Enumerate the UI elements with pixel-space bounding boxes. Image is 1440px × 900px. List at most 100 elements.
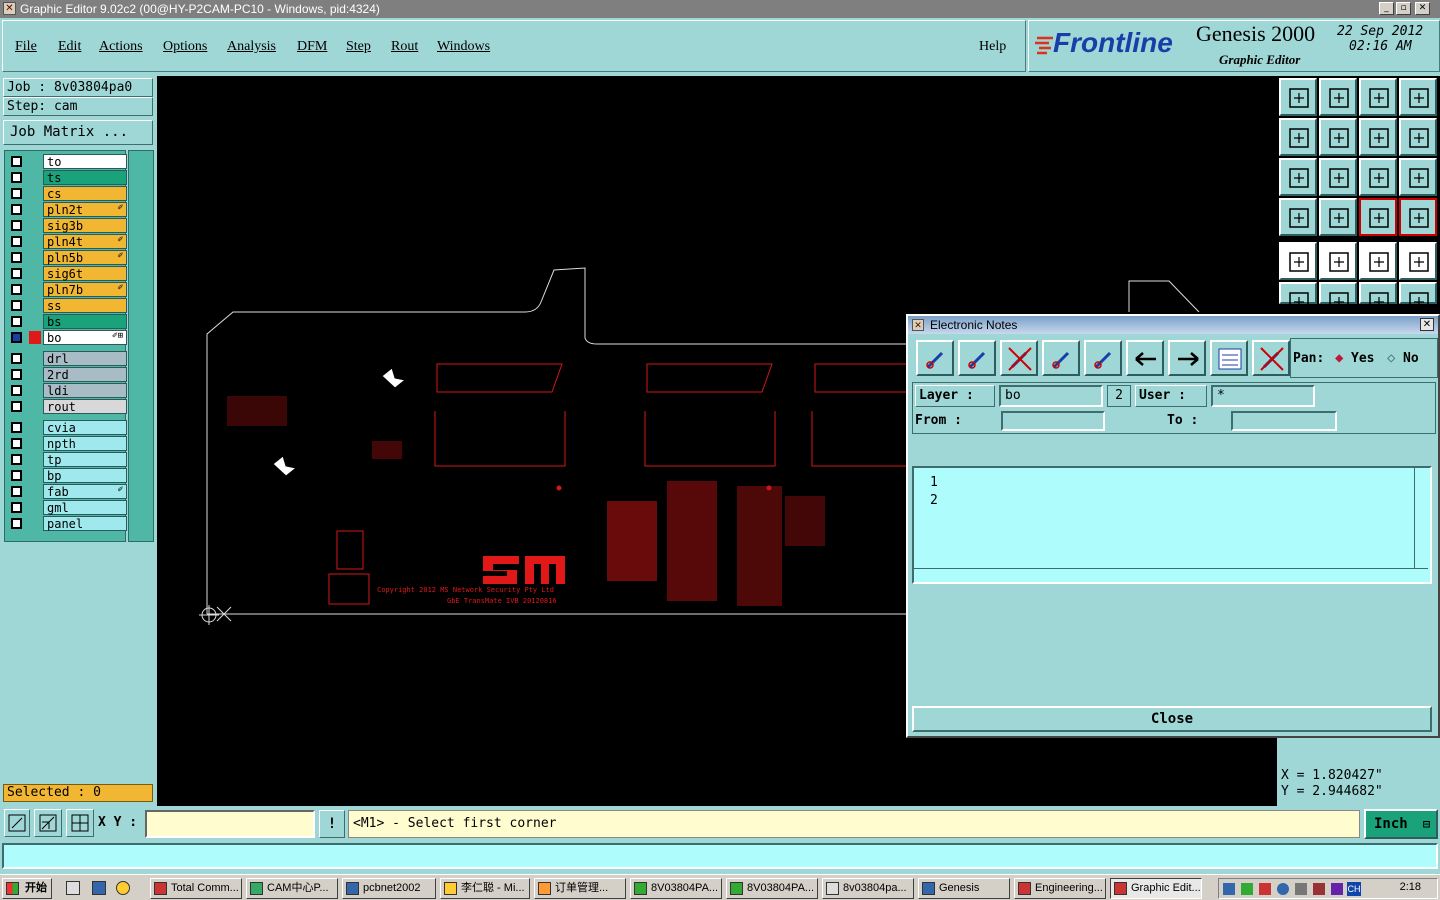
layer-name[interactable]: sig3b: [43, 218, 127, 233]
route-icon[interactable]: [1399, 282, 1437, 312]
menu-options[interactable]: Options: [163, 39, 207, 55]
split-view-icon[interactable]: [1399, 78, 1437, 116]
layer-row-tp[interactable]: tp: [7, 452, 127, 467]
camera-icon[interactable]: [1279, 242, 1317, 280]
from-field[interactable]: [1001, 411, 1105, 431]
delete-note-icon[interactable]: [1000, 340, 1038, 376]
layer-checkbox[interactable]: [11, 385, 22, 396]
tray-icon[interactable]: [1277, 883, 1289, 895]
taskbar-item[interactable]: pcbnet2002: [342, 878, 436, 899]
layer-row-2rd[interactable]: 2rd: [7, 367, 127, 382]
layer-checkbox[interactable]: [11, 401, 22, 412]
notes-vertical-scrollbar[interactable]: [1414, 468, 1428, 568]
layer-name[interactable]: pln7b: [43, 282, 127, 297]
snap-grid-icon[interactable]: [66, 809, 94, 837]
layer-name[interactable]: sig6t: [43, 266, 127, 281]
layer-name[interactable]: gml: [43, 500, 127, 515]
layer-row-pln5b[interactable]: pln5b ✐: [7, 250, 127, 265]
to-field[interactable]: [1231, 411, 1337, 431]
add-note-icon[interactable]: [916, 340, 954, 376]
cross-icon[interactable]: [1319, 282, 1357, 312]
layer-name[interactable]: fab: [43, 484, 127, 499]
taskbar-item[interactable]: CAM中心P...: [246, 878, 338, 899]
pan-no-radio[interactable]: ◇: [1387, 350, 1395, 366]
menu-analysis[interactable]: Analysis: [227, 39, 276, 55]
zoom-window-icon[interactable]: [4, 809, 30, 837]
layer-name[interactable]: panel: [43, 516, 127, 531]
measure-icon[interactable]: [34, 809, 62, 837]
layer-checkbox[interactable]: [11, 236, 22, 247]
taskbar-item[interactable]: 订单管理...: [534, 878, 626, 899]
minimize-button[interactable]: _: [1379, 2, 1394, 15]
layer-row-ts[interactable]: ts: [7, 170, 127, 185]
layer-row-to[interactable]: to: [7, 154, 127, 169]
maximize-button[interactable]: ▫: [1396, 2, 1411, 15]
layer-name[interactable]: pln4t: [43, 234, 127, 249]
layer-checkbox[interactable]: [11, 502, 22, 513]
next-note-icon[interactable]: [1168, 340, 1206, 376]
menu-file[interactable]: File: [15, 39, 37, 55]
layer-name[interactable]: tp: [43, 452, 127, 467]
taskbar-item[interactable]: 李仁聪 - Mi...: [440, 878, 530, 899]
menu-help[interactable]: Help: [979, 39, 1006, 55]
layer-row-bo[interactable]: bo ✐⊞: [7, 330, 127, 345]
layer-checkbox[interactable]: [11, 518, 22, 529]
layer-checkbox[interactable]: [11, 316, 22, 327]
layer-name[interactable]: cvia: [43, 420, 127, 435]
layer-row-pln4t[interactable]: pln4t ✐: [7, 234, 127, 249]
layer-name[interactable]: pln5b: [43, 250, 127, 265]
edit-note-icon[interactable]: [958, 340, 996, 376]
layer-name[interactable]: rout: [43, 399, 127, 414]
layer-row-cvia[interactable]: cvia: [7, 420, 127, 435]
layer-checkbox[interactable]: [11, 454, 22, 465]
layer-checkbox[interactable]: [11, 422, 22, 433]
quicklaunch-media-icon[interactable]: [116, 881, 130, 895]
layer-name[interactable]: drl: [43, 351, 127, 366]
layer-name[interactable]: ts: [43, 170, 127, 185]
layer-row-cs[interactable]: cs: [7, 186, 127, 201]
layer-name[interactable]: bp: [43, 468, 127, 483]
quicklaunch-ie-icon[interactable]: [92, 881, 106, 895]
layer-name[interactable]: bs: [43, 314, 127, 329]
notes-horizontal-scrollbar[interactable]: [914, 568, 1428, 580]
menu-edit[interactable]: Edit: [58, 39, 81, 55]
alert-button[interactable]: !: [319, 810, 345, 838]
layer-scroll-area[interactable]: [128, 150, 154, 542]
layer-checkbox[interactable]: [11, 220, 22, 231]
list-notes-icon[interactable]: [1210, 340, 1248, 376]
open-icon[interactable]: [1279, 78, 1317, 116]
shape-edit-icon[interactable]: [1319, 242, 1357, 280]
notes-close-icon[interactable]: ✕: [1420, 318, 1434, 331]
layer-checkbox[interactable]: [11, 188, 22, 199]
layer-checkbox[interactable]: [11, 284, 22, 295]
layer-checkbox[interactable]: [11, 172, 22, 183]
select-note-icon[interactable]: [1084, 340, 1122, 376]
layer-checkbox[interactable]: [11, 156, 22, 167]
notes-text-area[interactable]: 1 2: [912, 466, 1432, 584]
right-arrow-box-icon[interactable]: [1319, 118, 1357, 156]
layers-red-icon[interactable]: [1399, 198, 1437, 236]
layer-checkbox[interactable]: [11, 470, 22, 481]
layer-row-gml[interactable]: gml: [7, 500, 127, 515]
wrench-icon[interactable]: [1279, 198, 1317, 236]
job-matrix-button[interactable]: Job Matrix ...: [3, 120, 153, 145]
taskbar-item[interactable]: 8v03804pa...: [822, 878, 914, 899]
tray-icon[interactable]: [1295, 883, 1307, 895]
layer-row-ss[interactable]: ss: [7, 298, 127, 313]
tray-icon[interactable]: [1223, 883, 1235, 895]
scale-icon[interactable]: [1359, 158, 1397, 196]
taskbar-item[interactable]: Graphic Edit...: [1110, 878, 1202, 899]
left-arrow-box-icon[interactable]: [1279, 118, 1317, 156]
xy-input[interactable]: [145, 810, 315, 838]
layer-row-fab[interactable]: fab ✐: [7, 484, 127, 499]
layer-checkbox[interactable]: [11, 268, 22, 279]
refresh-icon[interactable]: [1359, 118, 1397, 156]
circle-icon[interactable]: [1399, 242, 1437, 280]
taskbar-item[interactable]: Engineering...: [1014, 878, 1106, 899]
grid-icon[interactable]: [1319, 198, 1357, 236]
layer-checkbox[interactable]: [11, 353, 22, 364]
center-zoom-icon[interactable]: [1319, 158, 1357, 196]
menu-rout[interactable]: Rout: [391, 39, 418, 55]
help-icon[interactable]: [1399, 158, 1437, 196]
unit-selector[interactable]: Inch ⊟: [1364, 809, 1438, 839]
